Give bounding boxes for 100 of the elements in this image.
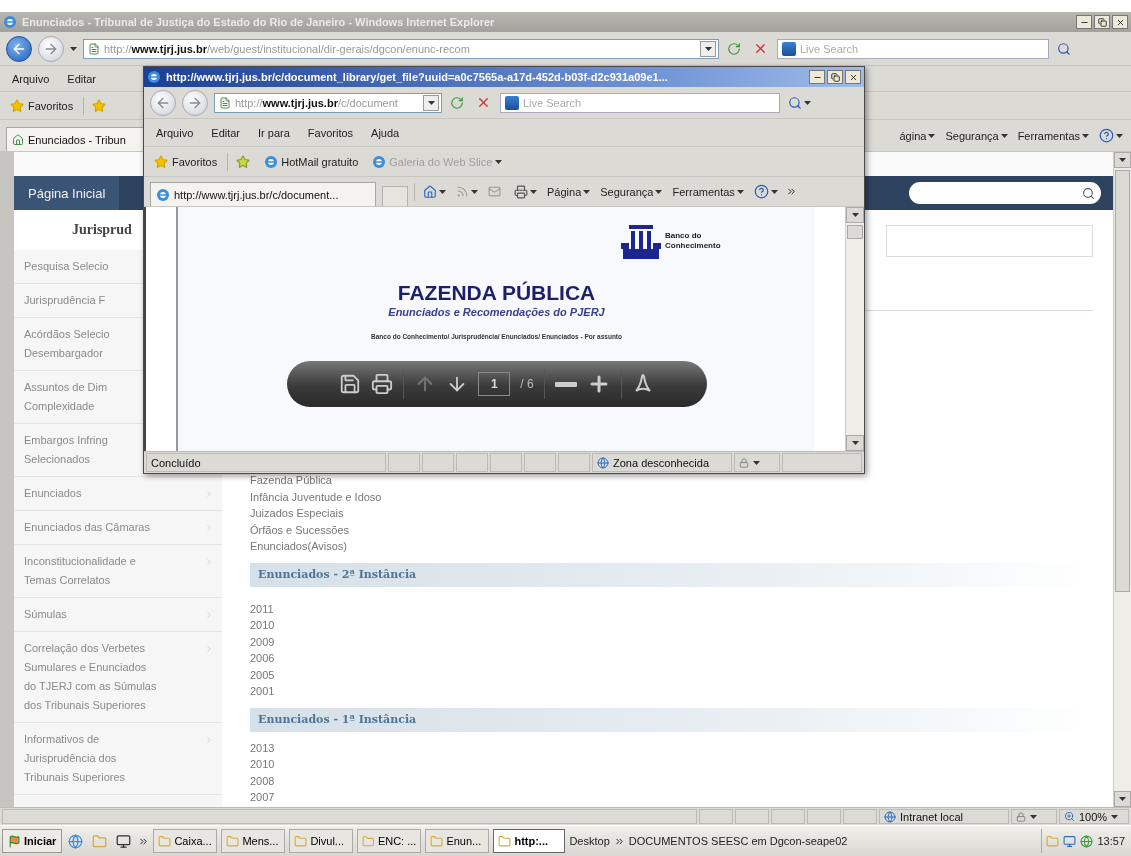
caret-icon bbox=[1000, 133, 1008, 138]
year-link[interactable]: 2009 bbox=[250, 633, 275, 650]
taskbar-button[interactable]: Divul... bbox=[289, 829, 354, 853]
address-field[interactable]: http://www.tjrj.jus.br/web/guest/institucional/dir-gerais/dgcon/enunc-recom bbox=[83, 38, 719, 59]
zoom-control[interactable]: 100% bbox=[1059, 809, 1129, 824]
browser-tab[interactable]: http://www.tjrj.jus.br/c/document... bbox=[150, 182, 376, 206]
topic-link[interactable]: Infância Juventude e Idoso bbox=[250, 488, 382, 505]
globe-icon bbox=[597, 456, 609, 469]
taskbar-button[interactable]: http:... bbox=[493, 829, 566, 853]
year-link[interactable]: 2010 bbox=[250, 756, 275, 773]
zone-status: Zona desconhecida bbox=[592, 453, 732, 472]
home-link[interactable]: Página Inicial bbox=[14, 176, 120, 210]
taskbar-button[interactable]: Enun... bbox=[425, 829, 490, 853]
caret-icon bbox=[928, 133, 936, 138]
caret-icon bbox=[851, 441, 859, 445]
command-menu[interactable]: ágina bbox=[897, 124, 938, 147]
page-number-field[interactable]: 1 bbox=[478, 372, 511, 396]
taskbar-button[interactable]: Mens... bbox=[221, 829, 286, 853]
menu-item[interactable]: Arquivo bbox=[150, 126, 200, 139]
caret-icon bbox=[753, 460, 760, 465]
favorite-link[interactable]: HotMail gratuito bbox=[260, 154, 363, 169]
caret-icon bbox=[1119, 797, 1126, 801]
caret-icon bbox=[427, 100, 435, 105]
star-icon bbox=[154, 154, 168, 169]
desktop-toolbar[interactable]: Desktop bbox=[569, 835, 610, 847]
globe-icon bbox=[884, 810, 896, 823]
zoom-out-button[interactable] bbox=[554, 381, 577, 387]
scroll-thumb[interactable] bbox=[847, 225, 863, 239]
star-icon bbox=[10, 98, 24, 113]
menu-item[interactable]: Editar bbox=[61, 72, 103, 85]
topic-link[interactable]: Enunciados(Avisos) bbox=[250, 538, 347, 555]
logo-text: Banco do Conhecimento bbox=[665, 231, 722, 251]
scroll-arrow-button[interactable] bbox=[1114, 791, 1131, 807]
chevron-icon bbox=[204, 557, 214, 567]
back-button[interactable] bbox=[150, 89, 176, 116]
minimize-button[interactable] bbox=[809, 70, 825, 84]
x-icon bbox=[1115, 17, 1125, 27]
star-icon bbox=[92, 98, 107, 113]
scroll-thumb[interactable] bbox=[1115, 170, 1130, 592]
year-link[interactable]: 2013 bbox=[250, 739, 275, 756]
menu-item[interactable]: Favoritos bbox=[301, 126, 360, 139]
year-link[interactable]: 2001 bbox=[250, 683, 275, 700]
restore-button[interactable] bbox=[827, 70, 843, 84]
year-link[interactable]: 2011 bbox=[250, 600, 274, 617]
start-button[interactable]: Iniciar bbox=[2, 829, 63, 853]
site-search-field[interactable] bbox=[909, 182, 1101, 204]
close-button[interactable] bbox=[1112, 15, 1128, 29]
forward-button[interactable] bbox=[38, 35, 64, 62]
topic-link[interactable]: Órfãos e Sucessões bbox=[250, 521, 350, 538]
address-field[interactable]: http://www.tjrj.jus.br/c/document bbox=[214, 92, 442, 113]
folder-icon bbox=[92, 833, 108, 849]
command-menu[interactable]: Página bbox=[545, 180, 593, 203]
caret-icon bbox=[495, 159, 503, 164]
chevron-icon bbox=[204, 644, 214, 654]
menu-item[interactable]: Editar bbox=[205, 126, 247, 139]
restore-button[interactable] bbox=[1094, 15, 1110, 29]
scroll-arrow-button[interactable] bbox=[846, 435, 864, 451]
menu-item[interactable]: Ir para bbox=[252, 126, 296, 139]
year-link[interactable]: 2010 bbox=[250, 617, 275, 634]
save-button[interactable] bbox=[339, 373, 362, 395]
browser-tab[interactable]: Enunciados - Tribun bbox=[6, 127, 146, 151]
taskbar-button[interactable]: Caixa... bbox=[153, 829, 218, 853]
topic-link[interactable]: Fazenda Pública bbox=[250, 472, 332, 489]
favorites-button[interactable]: Favoritos bbox=[6, 98, 78, 113]
back-button[interactable] bbox=[6, 35, 32, 62]
document-subtitle: Enunciados e Recomendações do PJERJ bbox=[388, 305, 605, 319]
caret-icon bbox=[704, 46, 712, 51]
year-link[interactable]: 2006 bbox=[250, 650, 275, 667]
taskbar-button[interactable]: ENC: ... bbox=[357, 829, 422, 853]
scrollbar[interactable] bbox=[1113, 152, 1131, 807]
year-link[interactable]: 2005 bbox=[250, 666, 275, 683]
menu-item[interactable]: Arquivo bbox=[6, 72, 56, 85]
command-menu[interactable]: Segurança bbox=[598, 180, 665, 203]
command-menu[interactable]: Segurança bbox=[943, 124, 1010, 147]
globe-icon bbox=[68, 833, 84, 849]
folder-toolbar[interactable]: DOCUMENTOS SEESC em Dgcon-seape02 bbox=[628, 835, 848, 847]
dropdown-button[interactable] bbox=[423, 94, 439, 111]
minimize-button[interactable] bbox=[1076, 15, 1092, 29]
command-menu[interactable]: Ferramentas bbox=[670, 180, 746, 203]
year-link[interactable]: 2008 bbox=[250, 772, 275, 789]
year-link[interactable]: 2007 bbox=[250, 789, 275, 806]
close-button[interactable] bbox=[845, 70, 861, 84]
chevron-icon bbox=[204, 735, 214, 745]
favorites-button[interactable]: Favoritos bbox=[150, 154, 222, 169]
scroll-arrow-button[interactable] bbox=[1114, 152, 1131, 168]
menu-item[interactable]: Ajuda bbox=[365, 126, 406, 139]
restore-icon bbox=[1097, 17, 1107, 27]
scroll-arrow-button[interactable] bbox=[846, 207, 864, 223]
building-logo-icon bbox=[621, 223, 661, 259]
dropdown-button[interactable] bbox=[700, 40, 716, 57]
print-button[interactable] bbox=[371, 373, 394, 395]
scrollbar[interactable] bbox=[845, 207, 864, 451]
caret-icon bbox=[439, 189, 446, 194]
x-icon bbox=[476, 95, 491, 110]
command-menu[interactable]: Ferramentas bbox=[1015, 124, 1091, 147]
forward-button[interactable] bbox=[182, 89, 208, 116]
caret-icon bbox=[736, 189, 744, 194]
topic-link[interactable]: Juizados Especiais bbox=[250, 505, 344, 522]
caret-icon bbox=[770, 189, 778, 194]
restore-icon bbox=[830, 72, 840, 82]
